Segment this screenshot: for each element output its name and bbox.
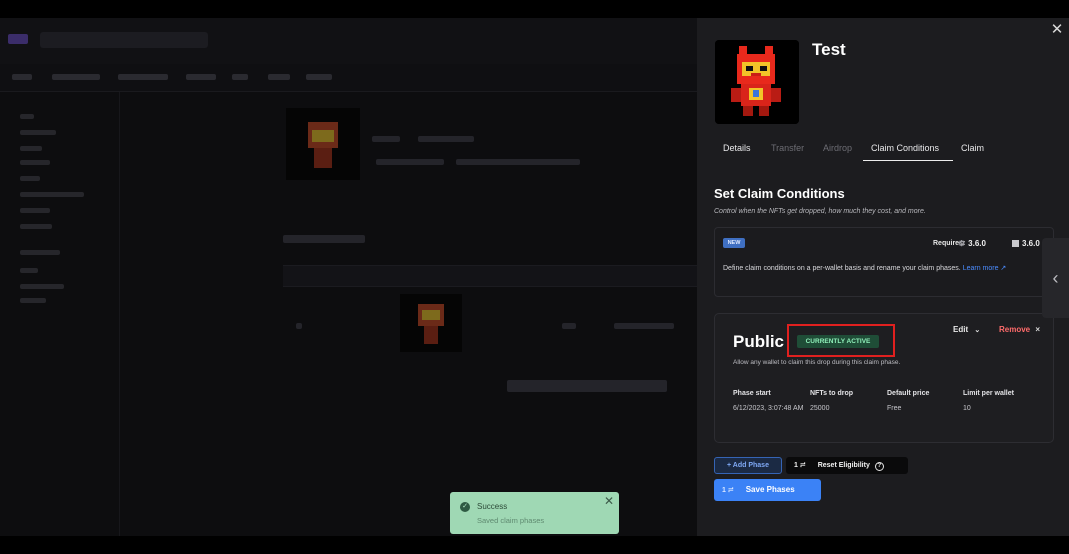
- screen: ✕ Test Details Transfer Airdrop Claim Co…: [0, 0, 1069, 554]
- annotation-highlight-box: [787, 324, 895, 357]
- tab-claim[interactable]: Claim: [961, 143, 984, 153]
- stat-value-limit-per-wallet: 10: [963, 405, 971, 412]
- requires-version-1: ⚙ 3.6.0: [958, 239, 986, 248]
- save-phases-button[interactable]: 1 ≓ Save Phases: [714, 479, 821, 501]
- stat-label-limit-per-wallet: Limit per wallet: [963, 390, 1014, 397]
- reset-eligibility-button[interactable]: 1 ≓ Reset Eligibility ?: [786, 457, 908, 474]
- tab-airdrop[interactable]: Airdrop: [823, 143, 852, 153]
- nft-title: Test: [812, 40, 846, 59]
- bg-collection-image: [286, 108, 360, 180]
- phase-description: Allow any wallet to claim this drop duri…: [733, 359, 901, 366]
- new-badge: NEW: [723, 238, 745, 248]
- save-kbd: 1 ≓: [722, 487, 734, 494]
- learn-more-link[interactable]: Learn more ↗: [963, 265, 1007, 272]
- tab-details[interactable]: Details: [723, 143, 751, 153]
- tab-claim-conditions[interactable]: Claim Conditions: [871, 143, 939, 153]
- add-phase-button[interactable]: + Add Phase: [714, 457, 782, 474]
- new-feature-card: [714, 227, 1054, 297]
- settings-icon: ⚙: [958, 239, 966, 248]
- background-dashboard: [0, 18, 697, 536]
- help-icon: ?: [874, 462, 884, 471]
- stat-value-nfts-to-drop: 25000: [810, 405, 830, 412]
- feature-description: Define claim conditions on a per-wallet …: [723, 265, 1007, 272]
- edit-phase-button[interactable]: Edit ⌄: [953, 325, 980, 334]
- section-subtitle: Control when the NFTs get dropped, how m…: [714, 208, 926, 215]
- stat-label-default-price: Default price: [887, 390, 930, 397]
- bg-table-header: [283, 265, 697, 287]
- remove-phase-button[interactable]: Remove ×: [999, 325, 1040, 334]
- close-small-icon: ×: [1035, 325, 1041, 334]
- stat-value-phase-start: 6/12/2023, 3:07:48 AM: [733, 405, 804, 412]
- toast-close-icon[interactable]: ✕: [604, 494, 614, 508]
- bg-search-input: [40, 32, 208, 48]
- stat-value-default-price: Free: [887, 405, 902, 412]
- stat-label-nfts-to-drop: NFTs to drop: [810, 390, 854, 397]
- active-tab-indicator: [863, 160, 953, 161]
- requires-version-2: 3.6.0: [1012, 239, 1040, 248]
- section-title: Set Claim Conditions: [714, 186, 845, 201]
- bg-nav: [0, 64, 697, 92]
- reset-kbd: 1 ≓: [794, 462, 806, 469]
- bg-header: [0, 18, 697, 64]
- bg-row-image: [400, 294, 462, 352]
- bg-sidebar: [0, 92, 120, 536]
- letterbox-bottom: [0, 536, 1069, 554]
- toast-title: Success: [477, 502, 508, 511]
- contract-icon: [1012, 240, 1019, 247]
- tab-transfer[interactable]: Transfer: [771, 143, 804, 153]
- chevron-left-icon[interactable]: ‹: [1042, 238, 1069, 318]
- phase-name: Public: [733, 332, 785, 351]
- stat-label-phase-start: Phase start: [733, 390, 771, 397]
- bg-logo: [8, 34, 28, 44]
- close-icon[interactable]: ✕: [1050, 22, 1064, 38]
- toast-message: Saved claim phases: [477, 516, 545, 525]
- letterbox-top: [0, 0, 1069, 18]
- success-toast: [450, 492, 619, 534]
- nft-image: [715, 40, 799, 124]
- check-circle-icon: ✓: [460, 502, 470, 512]
- chevron-down-icon: ⌄: [974, 327, 981, 334]
